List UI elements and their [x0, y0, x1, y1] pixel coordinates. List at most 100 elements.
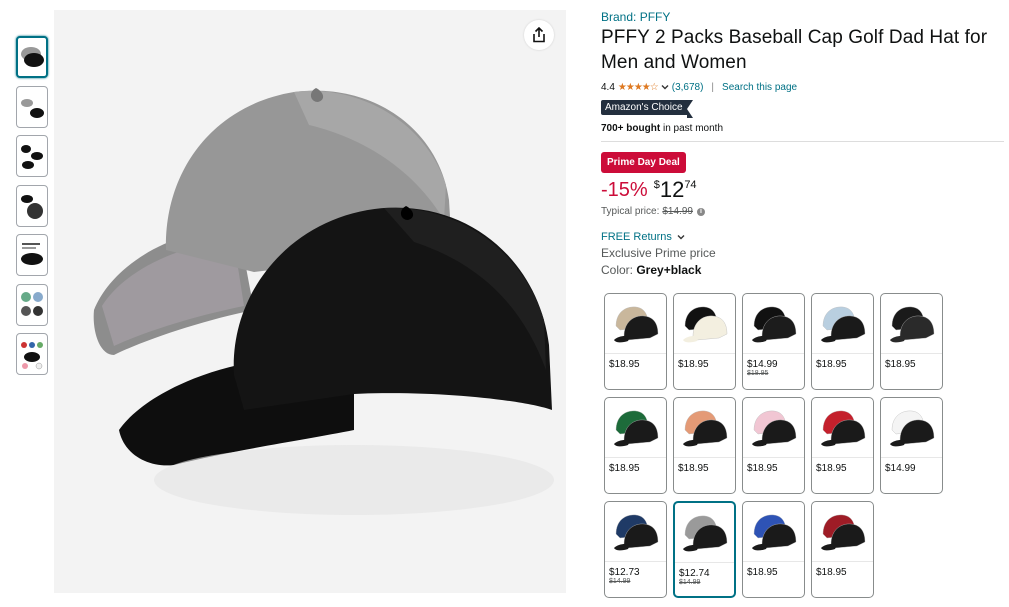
cap-thumbnail-icon — [21, 243, 43, 265]
color-swatch[interactable]: $18.95 — [880, 293, 943, 390]
cap-icon — [820, 306, 865, 342]
cap-icon — [613, 410, 658, 446]
color-swatch[interactable]: $12.74 $14.99 — [673, 501, 736, 598]
cap-thumbnail-icon — [21, 98, 44, 118]
share-button[interactable] — [524, 20, 554, 50]
brand-link[interactable]: Brand: PFFY — [601, 10, 1004, 24]
color-swatch[interactable]: $18.95 — [811, 397, 874, 494]
swatch-price: $18.95 — [678, 463, 709, 474]
swatch-price: $12.74 — [679, 568, 710, 579]
color-swatch[interactable]: $14.99 $18.95 — [742, 293, 805, 390]
swatch-price: $18.95 — [747, 463, 778, 474]
color-swatch[interactable]: $18.95 — [742, 397, 805, 494]
swatch-image — [812, 294, 873, 354]
color-swatch[interactable]: $18.95 — [811, 293, 874, 390]
cap-icon — [682, 306, 727, 342]
typical-price-label: Typical price: — [601, 206, 660, 217]
cap-icon — [820, 514, 865, 550]
thumbnail-7[interactable] — [16, 333, 48, 375]
color-swatch[interactable]: $18.95 — [604, 293, 667, 390]
color-label: Color: Grey+black — [601, 263, 1004, 277]
cap-icon — [751, 410, 796, 446]
main-product-image[interactable] — [54, 10, 566, 593]
amazons-choice-badge[interactable]: Amazon's Choice — [601, 100, 692, 118]
divider — [601, 141, 1004, 142]
bought-count: 700+ bought in past month — [601, 123, 1004, 134]
swatch-old-price: $18.95 — [747, 370, 769, 377]
cap-icon — [889, 306, 934, 342]
cap-icon — [682, 410, 727, 446]
swatch-image — [812, 398, 873, 458]
swatch-image — [605, 398, 666, 458]
swatch-image — [674, 398, 735, 458]
product-info: Brand: PFFY PFFY 2 Packs Baseball Cap Go… — [601, 10, 1004, 277]
swatch-image — [881, 398, 942, 458]
swatch-image — [605, 502, 666, 562]
swatch-image — [881, 294, 942, 354]
color-swatch[interactable]: $14.99 — [880, 397, 943, 494]
swatch-price: $14.99 — [885, 463, 916, 474]
swatch-image — [743, 398, 804, 458]
rating-value: 4.4 — [601, 81, 615, 93]
color-swatch[interactable]: $18.95 — [811, 501, 874, 598]
color-swatch[interactable]: $18.95 — [673, 293, 736, 390]
cap-thumbnail-icon — [21, 47, 44, 67]
typical-price-value: $14.99 — [662, 206, 693, 217]
color-swatch[interactable]: $18.95 — [742, 501, 805, 598]
thumbnail-1[interactable] — [16, 36, 48, 78]
star-rating-icon[interactable]: ★★★★☆ — [618, 82, 659, 93]
thumbnail-3[interactable] — [16, 135, 48, 177]
swatch-price: $18.95 — [816, 463, 847, 474]
cap-icon — [751, 306, 796, 342]
free-returns-label: FREE Returns — [601, 231, 672, 243]
color-swatch[interactable]: $12.73 $14.99 — [604, 501, 667, 598]
baseball-caps-image — [93, 88, 554, 515]
cap-thumbnail-icon — [21, 291, 43, 316]
search-page-link[interactable]: Search this page — [722, 82, 797, 93]
swatch-old-price: $14.99 — [679, 579, 701, 586]
swatch-old-price: $14.99 — [609, 578, 631, 585]
thumbnail-6[interactable] — [16, 283, 48, 326]
chevron-down-icon[interactable] — [660, 82, 670, 92]
price-whole: 12 — [659, 177, 685, 202]
swatch-price: $18.95 — [609, 359, 640, 370]
color-swatch[interactable]: $18.95 — [673, 397, 736, 494]
cap-icon — [613, 306, 658, 342]
info-icon[interactable]: i — [696, 207, 705, 216]
cap-thumbnail-icon — [21, 342, 43, 370]
swatch-price: $18.95 — [609, 463, 640, 474]
swatch-price: $18.95 — [678, 359, 709, 370]
exclusive-prime-price: Exclusive Prime price — [601, 246, 716, 260]
thumbnail-5[interactable] — [16, 234, 48, 276]
swatch-image — [675, 503, 734, 563]
cap-icon — [613, 514, 658, 550]
product-title: PFFY 2 Packs Baseball Cap Golf Dad Hat f… — [601, 27, 988, 73]
swatch-image — [674, 294, 735, 354]
free-returns[interactable]: FREE Returns — [601, 231, 1004, 243]
swatch-image — [743, 502, 804, 562]
swatch-image — [743, 294, 804, 354]
swatch-price: $18.95 — [816, 567, 847, 578]
thumbnail-list — [16, 36, 49, 383]
swatch-price: $18.95 — [816, 359, 847, 370]
typical-price: Typical price: $14.99 i — [601, 206, 1004, 217]
share-icon — [533, 27, 545, 43]
color-swatch[interactable]: $18.95 — [604, 397, 667, 494]
swatch-image — [812, 502, 873, 562]
chevron-down-icon — [677, 235, 685, 240]
thumbnail-4[interactable] — [16, 184, 48, 227]
bought-count-bold: 700+ bought — [601, 123, 661, 134]
prime-day-deal-badge: Prime Day Deal — [601, 152, 686, 173]
price-row: -15% $ 12 74 — [601, 177, 1004, 203]
swatch-price: $18.95 — [885, 359, 916, 370]
separator: | — [711, 81, 715, 93]
color-label-text: Color: — [601, 263, 637, 277]
cap-thumbnail-icon — [21, 145, 43, 169]
cap-thumbnail-icon — [21, 194, 43, 219]
swatch-image — [605, 294, 666, 354]
swatch-price: $14.99 — [747, 359, 778, 370]
review-count-link[interactable]: (3,678) — [672, 82, 704, 93]
swatch-price: $18.95 — [747, 567, 778, 578]
thumbnail-2[interactable] — [16, 85, 48, 128]
rating-row: 4.4 ★★★★☆ (3,678) | Search this page — [601, 80, 1004, 94]
